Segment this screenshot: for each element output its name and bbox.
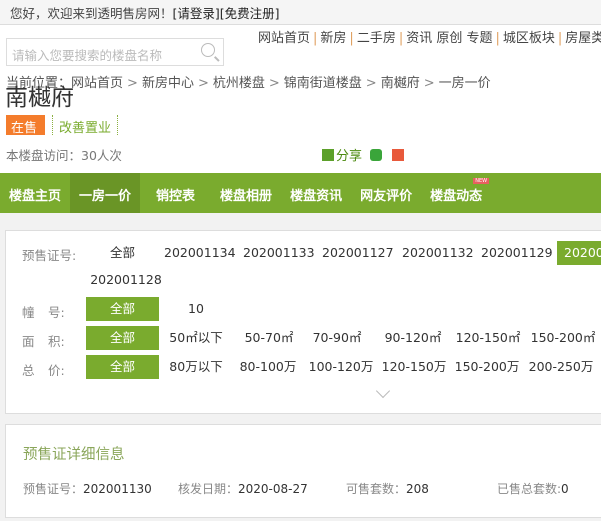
cert-option[interactable]: 202001134: [164, 241, 236, 265]
price-label-suffix: 价:: [48, 363, 65, 378]
area-option[interactable]: 150-200㎡: [525, 326, 601, 350]
weibo-icon[interactable]: [392, 149, 405, 161]
building-option-selected[interactable]: 全部: [86, 297, 159, 321]
tab-album[interactable]: 楼盘相册: [204, 173, 281, 213]
site-nav-second[interactable]: 二手房: [357, 31, 396, 46]
site-nav-district[interactable]: 城区板块: [503, 31, 555, 46]
area-option[interactable]: 90-120㎡: [378, 326, 448, 350]
tab-home[interactable]: 楼盘主页: [0, 173, 70, 213]
tab-updates[interactable]: 楼盘动态 NEW: [421, 173, 491, 213]
building-option[interactable]: 10: [178, 297, 214, 321]
site-nav-new[interactable]: 新房: [320, 31, 346, 46]
area-option-selected[interactable]: 全部: [86, 326, 159, 350]
new-badge: NEW: [473, 178, 490, 184]
tab-reviews[interactable]: 网友评价: [351, 173, 421, 213]
search-icon[interactable]: [201, 43, 215, 57]
price-option-selected[interactable]: 全部: [86, 355, 159, 379]
building-label-suffix: 号:: [48, 305, 65, 320]
site-nav-home[interactable]: 网站首页: [258, 31, 310, 46]
area-option[interactable]: 70-90㎡: [304, 326, 370, 350]
status-badge: 在售: [6, 115, 45, 136]
tab-sales-control[interactable]: 销控表: [140, 173, 204, 213]
breadcrumb-item[interactable]: 南樾府: [381, 76, 420, 91]
share-bar: 分享: [322, 145, 406, 164]
cert-detail-panel: [5, 424, 601, 518]
visit-count: 本楼盘访问：30人次: [6, 148, 122, 163]
tab-news[interactable]: 楼盘资讯: [281, 173, 351, 213]
price-option[interactable]: 200-250万: [525, 355, 597, 379]
wechat-icon[interactable]: [370, 149, 383, 161]
site-nav: 网站首页|新房|二手房|资讯 原创 专题|城区板块|房屋类别: [258, 27, 601, 46]
breadcrumb-item[interactable]: 网站首页: [71, 76, 123, 91]
area-label: 面: [22, 334, 35, 349]
cert-number: 预售证号：202001130: [23, 482, 152, 496]
price-option[interactable]: 150-200万: [451, 355, 523, 379]
available-units: 可售套数：208: [346, 482, 429, 496]
site-nav-type[interactable]: 房屋类别: [565, 31, 601, 46]
breadcrumb-item[interactable]: 锦南街道楼盘: [284, 76, 362, 91]
register-link[interactable]: [免费注册]: [220, 6, 280, 21]
tab-price-list[interactable]: 一房一价: [70, 173, 141, 213]
search-placeholder: 请输入您要搜索的楼盘名称: [12, 48, 163, 63]
cert-option[interactable]: 202001129: [481, 241, 553, 265]
share-link[interactable]: 分享: [336, 149, 362, 164]
breadcrumb-item[interactable]: 新房中心: [142, 76, 194, 91]
plus-icon: [322, 149, 334, 161]
area-label-suffix: 积:: [48, 334, 65, 349]
top-bar: 您好，欢迎来到透明售房网！[请登录][免费注册]: [0, 0, 601, 25]
cert-label: 预售证号:: [22, 248, 77, 263]
page-title: 南樾府: [5, 85, 74, 111]
greeting: 您好，欢迎来到透明售房网！: [10, 6, 173, 21]
search-input[interactable]: 请输入您要搜索的楼盘名称: [6, 38, 224, 66]
price-option[interactable]: 80万以下: [163, 355, 229, 379]
cert-option[interactable]: 202001133: [243, 241, 315, 265]
cert-option-selected[interactable]: 202001130: [557, 241, 601, 265]
breadcrumb-item[interactable]: 杭州楼盘: [213, 76, 265, 91]
login-link[interactable]: [请登录]: [173, 6, 220, 21]
cert-option[interactable]: 202001128: [86, 268, 166, 292]
cert-option[interactable]: 202001132: [402, 241, 474, 265]
cert-detail-title: 预售证详细信息: [23, 447, 125, 463]
price-option[interactable]: 80-100万: [234, 355, 302, 379]
issue-date: 核发日期：2020-08-27: [178, 482, 308, 496]
building-label: 幢: [22, 305, 35, 320]
price-option[interactable]: 100-120万: [306, 355, 376, 379]
breadcrumb: 当前位置：网站首页 > 新房中心 > 杭州楼盘 > 锦南街道楼盘 > 南樾府 > 一房一价: [6, 76, 491, 91]
breadcrumb-current: 一房一价: [438, 76, 491, 91]
cert-option[interactable]: 全部: [86, 241, 159, 265]
feature-tag: 改善置业: [52, 115, 119, 136]
cert-option[interactable]: 202001127: [322, 241, 394, 265]
area-option[interactable]: 50㎡以下: [163, 326, 229, 350]
site-nav-news[interactable]: 资讯 原创 专题: [406, 31, 492, 46]
sold-units: 已售总套数:0: [497, 482, 569, 496]
area-option[interactable]: 50-70㎡: [236, 326, 302, 350]
price-label: 总: [22, 363, 35, 378]
price-option[interactable]: 120-150万: [378, 355, 450, 379]
project-tabs: 楼盘主页 一房一价 销控表 楼盘相册 楼盘资讯 网友评价 楼盘动态 NEW: [0, 173, 601, 213]
area-option[interactable]: 120-150㎡: [451, 326, 525, 350]
